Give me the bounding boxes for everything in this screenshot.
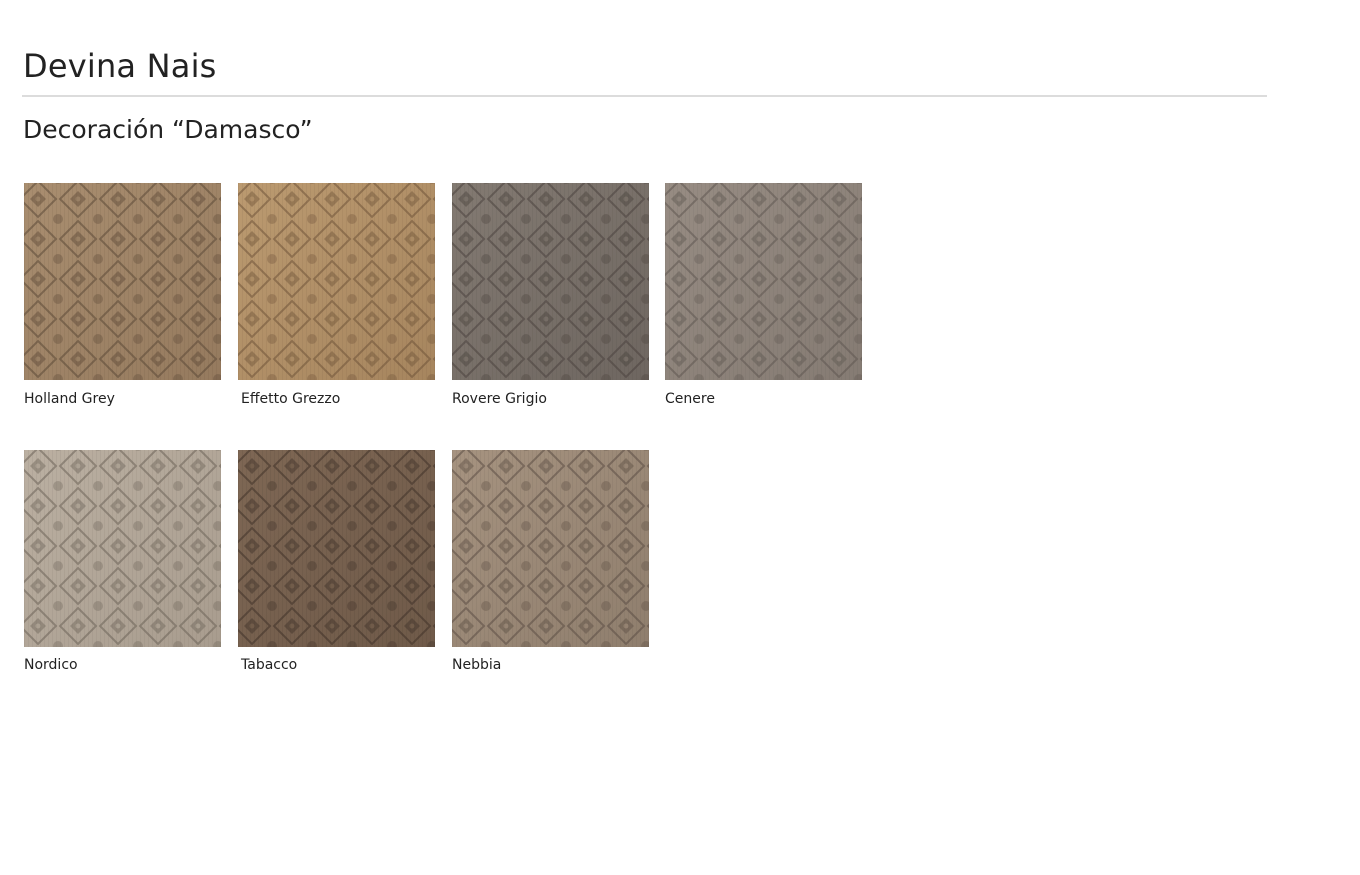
swatch-card[interactable]: Rovere Grigio [452, 183, 649, 407]
page-title: Devina Nais [23, 47, 217, 85]
swatch-card[interactable]: Holland Grey [24, 183, 221, 407]
swatch-image[interactable] [24, 450, 221, 647]
swatch-label: Holland Grey [24, 391, 115, 407]
swatch-label: Nordico [24, 657, 78, 673]
swatch-image[interactable] [452, 450, 649, 647]
swatch-card[interactable]: Nordico [24, 450, 221, 673]
swatch-label: Effetto Grezzo [241, 391, 341, 407]
swatch-image[interactable] [238, 450, 435, 647]
swatch-card[interactable]: Nebbia [452, 450, 649, 673]
swatch-label: Cenere [665, 391, 715, 407]
swatch-card[interactable]: Tabacco [238, 450, 435, 673]
section-title: Decoración “Damasco” [23, 115, 313, 144]
swatch-label: Rovere Grigio [452, 391, 547, 407]
swatch-card[interactable]: Effetto Grezzo [238, 183, 435, 407]
swatch-image[interactable] [238, 183, 435, 380]
title-divider [22, 95, 1267, 97]
swatch-card[interactable]: Cenere [665, 183, 862, 407]
swatch-image[interactable] [452, 183, 649, 380]
swatch-image[interactable] [24, 183, 221, 380]
swatch-image[interactable] [665, 183, 862, 380]
swatch-label: Tabacco [241, 657, 298, 673]
swatch-label: Nebbia [452, 657, 502, 673]
